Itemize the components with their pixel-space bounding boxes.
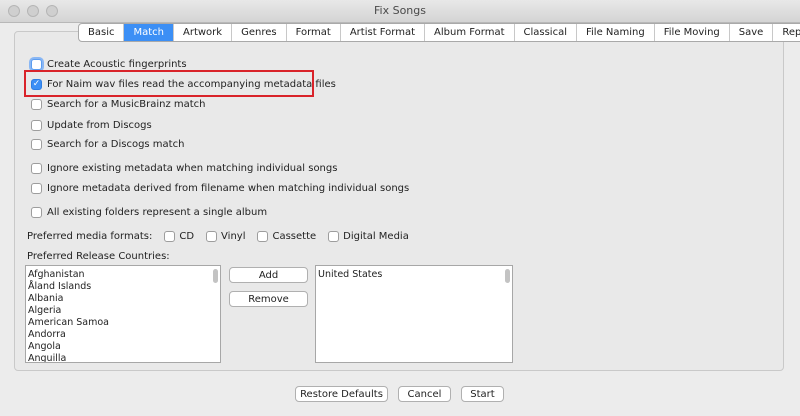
vinyl-label: Vinyl <box>221 230 246 242</box>
single-album-label: All existing folders represent a single … <box>47 206 268 218</box>
tab-match[interactable]: Match <box>124 24 174 41</box>
title-bar: Fix Songs <box>0 0 800 23</box>
digital-media-checkbox[interactable] <box>328 230 340 242</box>
option-update-discogs[interactable]: Update from Discogs <box>31 118 152 132</box>
tab-classical[interactable]: Classical <box>515 24 577 41</box>
search-discogs-checkbox[interactable] <box>31 138 42 150</box>
option-naim-metadata[interactable]: ✓ For Naim wav files read the accompanyi… <box>31 77 336 91</box>
acoustic-label: Create Acoustic fingerprints <box>47 58 187 70</box>
tab-reports[interactable]: Reports <box>773 24 800 41</box>
naim-label: For Naim wav files read the accompanying… <box>47 78 336 90</box>
option-search-discogs[interactable]: Search for a Discogs match <box>31 137 184 151</box>
restore-defaults-button[interactable]: Restore Defaults <box>295 386 388 402</box>
cd-label: CD <box>179 230 195 242</box>
ignore-filename-checkbox[interactable] <box>31 182 42 194</box>
option-acoustic-fingerprints[interactable]: Create Acoustic fingerprints <box>31 57 187 71</box>
selected-scrollbar[interactable] <box>505 269 510 283</box>
single-album-checkbox[interactable] <box>31 206 42 218</box>
vinyl-checkbox[interactable] <box>206 230 218 242</box>
option-single-album[interactable]: All existing folders represent a single … <box>31 205 267 219</box>
tab-basic[interactable]: Basic <box>79 24 125 41</box>
tab-album-format[interactable]: Album Format <box>425 24 515 41</box>
cancel-button[interactable]: Cancel <box>398 386 451 402</box>
tab-format[interactable]: Format <box>287 24 341 41</box>
ignore-existing-label: Ignore existing metadata when matching i… <box>47 162 338 174</box>
list-item[interactable]: Albania <box>26 293 220 305</box>
list-item[interactable]: United States <box>316 269 512 281</box>
start-button[interactable]: Start <box>461 386 504 402</box>
cassette-label: Cassette <box>272 230 317 242</box>
musicbrainz-label: Search for a MusicBrainz match <box>47 98 206 110</box>
add-country-button[interactable]: Add <box>229 267 308 283</box>
list-item[interactable]: American Samoa <box>26 317 220 329</box>
cd-checkbox[interactable] <box>164 230 176 242</box>
tab-artist-format[interactable]: Artist Format <box>341 24 426 41</box>
selected-countries-list[interactable]: United States <box>315 265 513 363</box>
digital-media-label: Digital Media <box>343 230 409 242</box>
ignore-existing-checkbox[interactable] <box>31 162 42 174</box>
musicbrainz-checkbox[interactable] <box>31 98 42 110</box>
release-countries-label: Preferred Release Countries: <box>27 251 170 262</box>
window-title: Fix Songs <box>374 4 426 17</box>
list-item[interactable]: Andorra <box>26 329 220 341</box>
tab-genres[interactable]: Genres <box>232 24 287 41</box>
media-formats-label: Preferred media formats: <box>27 230 153 242</box>
cassette-checkbox[interactable] <box>257 230 269 242</box>
naim-checkbox[interactable]: ✓ <box>31 78 42 90</box>
available-scrollbar[interactable] <box>213 269 218 283</box>
remove-country-button[interactable]: Remove <box>229 291 308 307</box>
media-formats-row: Preferred media formats: CD Vinyl Casset… <box>27 229 409 243</box>
tab-file-naming[interactable]: File Naming <box>577 24 655 41</box>
update-discogs-label: Update from Discogs <box>47 119 152 131</box>
list-item[interactable]: Algeria <box>26 305 220 317</box>
tab-bar: Basic Match Artwork Genres Format Artist… <box>78 23 800 42</box>
option-musicbrainz[interactable]: Search for a MusicBrainz match <box>31 97 206 111</box>
list-item[interactable]: Anguilla <box>26 353 220 362</box>
tab-artwork[interactable]: Artwork <box>174 24 233 41</box>
search-discogs-label: Search for a Discogs match <box>47 138 185 150</box>
list-item[interactable]: Afghanistan <box>26 269 220 281</box>
available-countries-list[interactable]: Afghanistan Åland Islands Albania Algeri… <box>25 265 221 363</box>
update-discogs-checkbox[interactable] <box>31 119 42 131</box>
ignore-filename-label: Ignore metadata derived from filename wh… <box>47 182 410 194</box>
option-ignore-filename[interactable]: Ignore metadata derived from filename wh… <box>31 181 409 195</box>
acoustic-checkbox[interactable] <box>31 58 42 70</box>
tab-save[interactable]: Save <box>730 24 774 41</box>
list-item[interactable]: Angola <box>26 341 220 353</box>
list-item[interactable]: Åland Islands <box>26 281 220 293</box>
tab-file-moving[interactable]: File Moving <box>655 24 730 41</box>
option-ignore-existing[interactable]: Ignore existing metadata when matching i… <box>31 161 337 175</box>
